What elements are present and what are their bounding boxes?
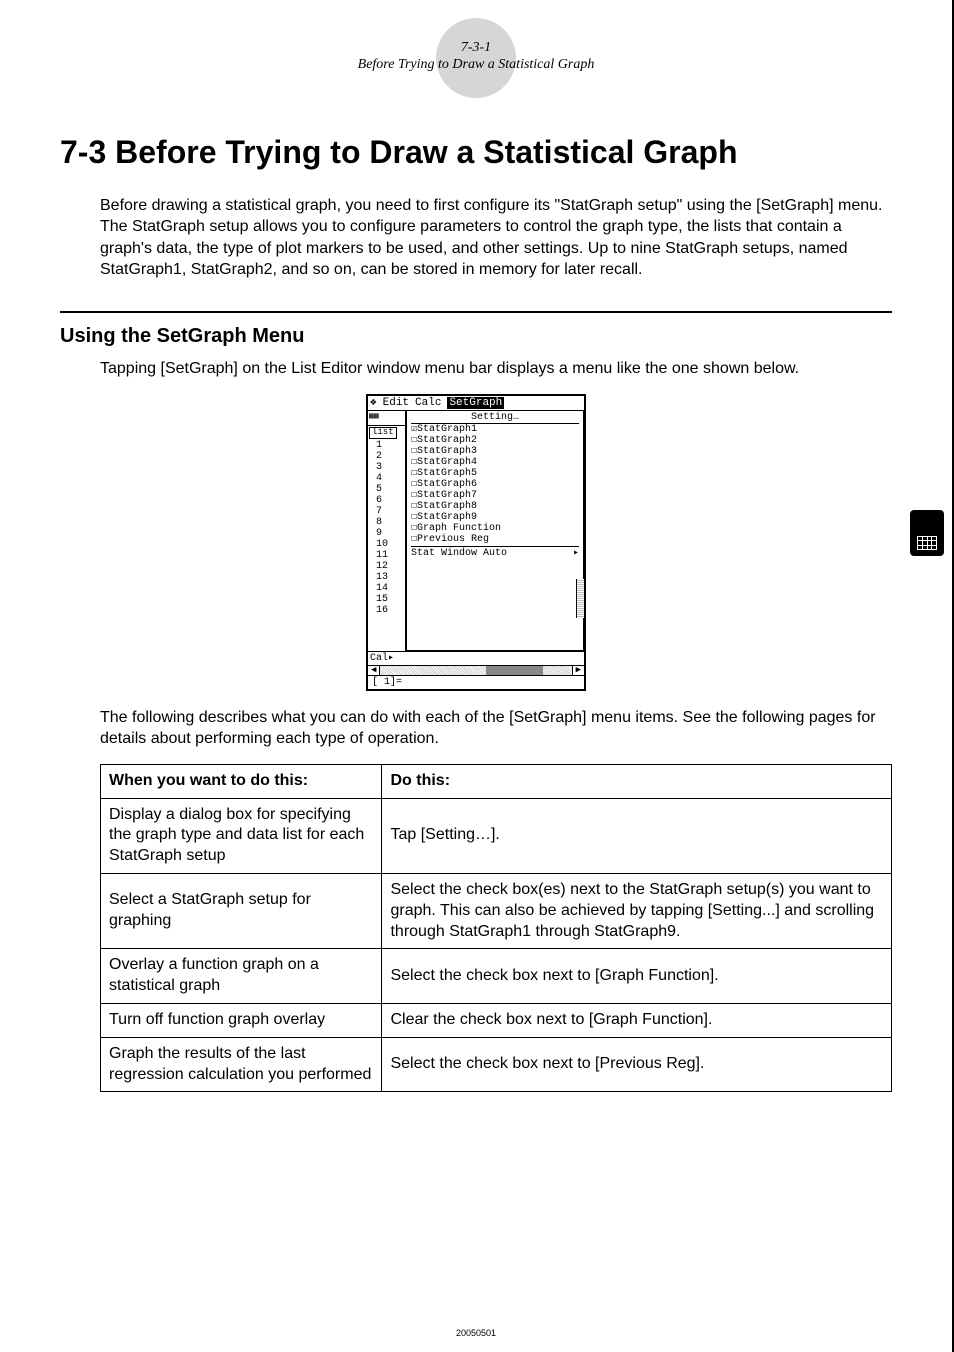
section-number: 7-3-1 <box>461 40 491 55</box>
scroll-left-icon: ◀ <box>368 666 380 675</box>
dropdown-setting: Setting… <box>411 412 579 424</box>
section-subtitle: Before Trying to Draw a Statistical Grap… <box>358 57 595 72</box>
dropdown-item: ☑StatGraph1 <box>411 424 579 435</box>
table-header-left: When you want to do this: <box>101 764 382 798</box>
dropdown-item: ☐Previous Reg <box>411 534 579 545</box>
table-cell: Select the check box next to [Graph Func… <box>382 949 892 1004</box>
table-cell: Display a dialog box for specifying the … <box>101 798 382 873</box>
list-label: list <box>369 427 397 439</box>
dropdown-item: ☐StatGraph3 <box>411 446 579 457</box>
page-title: 7-3 Before Trying to Draw a Statistical … <box>60 134 892 171</box>
dropdown-item: ☐StatGraph4 <box>411 457 579 468</box>
operations-table: When you want to do this: Do this: Displ… <box>100 764 892 1093</box>
calc-menubar: ❖ Edit Calc SetGraph <box>368 396 584 411</box>
table-row: Graph the results of the last regression… <box>101 1037 892 1092</box>
menu-setgraph: SetGraph <box>447 397 504 409</box>
dropdown-stat-window: Stat Window Auto ▸ <box>411 546 579 559</box>
calc-vertical-scrollbar <box>576 579 584 618</box>
calc-horizontal-scrollbar: ◀ ▶ <box>368 665 584 675</box>
calc-status-line: [ 1]= <box>368 675 584 689</box>
body-paragraph-1: Tapping [SetGraph] on the List Editor wi… <box>100 358 892 380</box>
intro-paragraph: Before drawing a statistical graph, you … <box>100 195 892 281</box>
table-cell: Clear the check box next to [Graph Funct… <box>382 1004 892 1038</box>
menu-edit: Edit <box>383 397 409 409</box>
table-cell: Select the check box next to [Previous R… <box>382 1037 892 1092</box>
footer-date-code: 20050501 <box>456 1328 496 1338</box>
table-row: Overlay a function graph on a statistica… <box>101 949 892 1004</box>
calc-cal-row: Cal▸ <box>368 651 584 665</box>
calc-left-column: ▦▦ list 1 2 3 4 5 6 7 8 9 10 11 12 13 14… <box>368 411 406 651</box>
stat-window-label: Stat Window Auto <box>411 548 507 559</box>
section-divider <box>60 311 892 313</box>
submenu-arrow-icon: ▸ <box>573 548 579 559</box>
dropdown-item: ☐StatGraph8 <box>411 501 579 512</box>
dropdown-item: ☐StatGraph7 <box>411 490 579 501</box>
table-cell: Select a StatGraph setup for graphing <box>101 874 382 949</box>
body-paragraph-2: The following describes what you can do … <box>100 707 892 750</box>
section-heading: Using the SetGraph Menu <box>60 325 892 348</box>
page-header: 7-3-1 Before Trying to Draw a Statistica… <box>60 40 892 74</box>
row-numbers: 1 2 3 4 5 6 7 8 9 10 11 12 13 14 15 16 <box>368 440 405 616</box>
table-cell: Tap [Setting…]. <box>382 798 892 873</box>
scroll-right-icon: ▶ <box>572 666 584 675</box>
calculator-device-icon <box>910 510 944 556</box>
dropdown-item: ☐StatGraph5 <box>411 468 579 479</box>
table-row: Turn off function graph overlay Clear th… <box>101 1004 892 1038</box>
table-cell: Graph the results of the last regression… <box>101 1037 382 1092</box>
table-row: Display a dialog box for specifying the … <box>101 798 892 873</box>
dropdown-item: ☐Graph Function <box>411 523 579 534</box>
calculator-screenshot: ❖ Edit Calc SetGraph ▦▦ list 1 2 3 4 5 6… <box>60 394 892 691</box>
table-cell: Overlay a function graph on a statistica… <box>101 949 382 1004</box>
table-row: Select a StatGraph setup for graphing Se… <box>101 874 892 949</box>
table-cell: Turn off function graph overlay <box>101 1004 382 1038</box>
table-cell: Select the check box(es) next to the Sta… <box>382 874 892 949</box>
calc-down-icon: ❖ <box>370 397 377 409</box>
table-header-right: Do this: <box>382 764 892 798</box>
menu-calc: Calc <box>415 397 441 409</box>
dropdown-item: ☐StatGraph6 <box>411 479 579 490</box>
dropdown-item: ☐StatGraph2 <box>411 435 579 446</box>
setgraph-dropdown: Setting… ☑StatGraph1 ☐StatGraph2 ☐StatGr… <box>406 411 584 651</box>
dropdown-item: ☐StatGraph9 <box>411 512 579 523</box>
